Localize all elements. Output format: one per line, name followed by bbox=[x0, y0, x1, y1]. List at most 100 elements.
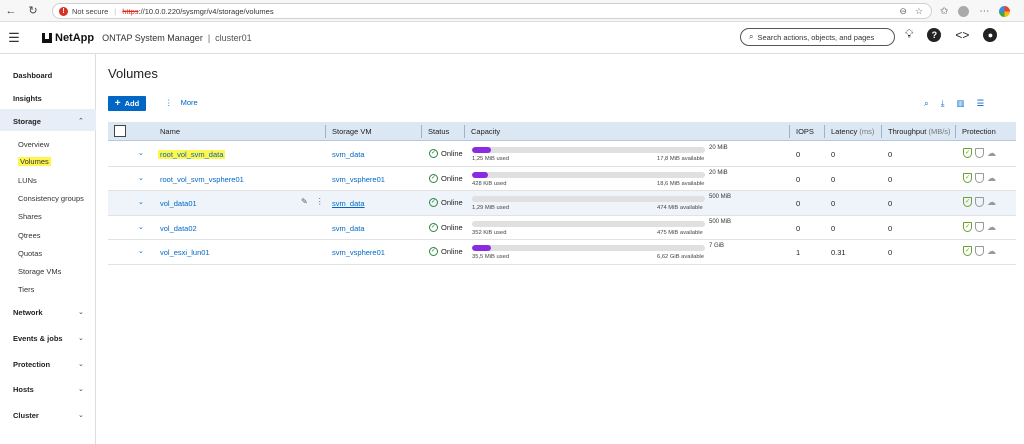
sidebar-sub-tiers[interactable]: Tiers bbox=[18, 285, 34, 294]
sidebar-item-cluster[interactable]: Cluster bbox=[13, 411, 39, 420]
capacity-used: 1,29 MiB used bbox=[472, 205, 510, 211]
sidebar-item-hosts[interactable]: Hosts bbox=[13, 385, 34, 394]
table-row[interactable]: ⌄ root_vol_svm_vsphere01 svm_vsphere01 ✓… bbox=[108, 167, 1016, 191]
chevron-down-icon[interactable]: ⌄ bbox=[78, 308, 84, 316]
extension-icon[interactable] bbox=[999, 5, 1011, 17]
status-cell: ✓ Online bbox=[429, 247, 463, 256]
title-separator: | bbox=[207, 32, 211, 43]
hamburger-menu-icon[interactable]: ☰ bbox=[0, 30, 28, 46]
chevron-down-icon[interactable]: ⌄ bbox=[138, 223, 144, 231]
sidebar-item-dashboard[interactable]: Dashboard bbox=[13, 71, 52, 80]
help-icon[interactable]: ? bbox=[927, 27, 942, 42]
throughput-value: 0 bbox=[888, 174, 893, 184]
reload-icon[interactable]: ↻ bbox=[22, 0, 44, 22]
capacity-available: 17,8 MiB available bbox=[657, 156, 705, 162]
favorites-icon[interactable]: ✩ bbox=[940, 6, 948, 17]
search-placeholder: Search actions, objects, and pages bbox=[757, 32, 875, 42]
table-row[interactable]: ⌄ vol_esxi_lun01 svm_vsphere01 ✓ Online 7… bbox=[108, 240, 1016, 265]
svm-link[interactable]: svm_data bbox=[332, 199, 365, 208]
protection-cell: ✓ ☁ bbox=[963, 148, 996, 158]
chevron-down-icon[interactable]: ⌄ bbox=[78, 385, 84, 393]
capacity-available: 475 MiB available bbox=[657, 229, 703, 236]
status-cell: ✓ Online bbox=[429, 173, 463, 183]
reader-icon[interactable]: ⊖ bbox=[899, 6, 907, 17]
profile-avatar[interactable] bbox=[958, 5, 970, 17]
kebab-icon: ⋮ bbox=[165, 98, 173, 107]
capacity-bar bbox=[472, 147, 705, 153]
protection-cell: ✓ ☁ bbox=[963, 197, 996, 207]
sidebar-sub-shares[interactable]: Shares bbox=[18, 212, 42, 221]
table-row[interactable]: ⌄ vol_data01 ✎ ⋮ svm_data ✓ Online 500 MiB… bbox=[108, 191, 1016, 216]
sidebar-sub-luns[interactable]: LUNs bbox=[18, 176, 37, 185]
add-button[interactable]: + Add bbox=[108, 96, 146, 111]
brand-name: NetApp bbox=[55, 31, 95, 44]
sidebar-sub-volumes[interactable]: Volumes bbox=[18, 157, 51, 166]
svm-link[interactable]: svm_vsphere01 bbox=[332, 248, 385, 257]
latency-value: 0 bbox=[831, 223, 836, 233]
sidebar-sub-qtrees[interactable]: Qtrees bbox=[18, 231, 41, 240]
sidebar-sub-storage-vms[interactable]: Storage VMs bbox=[18, 267, 61, 276]
menu-dots-icon[interactable]: ⋯ bbox=[979, 6, 989, 17]
sidebar-item-events-jobs[interactable]: Events & jobs bbox=[13, 334, 63, 343]
chevron-down-icon[interactable]: ⌄ bbox=[138, 149, 144, 157]
chevron-down-icon[interactable]: ⌄ bbox=[78, 334, 84, 342]
volume-name-link[interactable]: vol_esxi_lun01 bbox=[160, 248, 210, 257]
plus-icon: + bbox=[114, 98, 121, 109]
check-circle-icon: ✓ bbox=[429, 222, 438, 232]
header-status[interactable]: Status bbox=[428, 127, 449, 136]
sidebar-item-network[interactable]: Network bbox=[13, 308, 43, 317]
svm-link[interactable]: svm_vsphere01 bbox=[332, 175, 385, 184]
iops-value: 0 bbox=[796, 150, 801, 159]
download-icon[interactable]: ⤓ bbox=[941, 98, 945, 109]
check-circle-icon: ✓ bbox=[429, 247, 438, 256]
svm-link[interactable]: svm_data bbox=[332, 224, 365, 233]
table-row[interactable]: ⌄ root_vol_svm_data svm_data ✓ Online 20 … bbox=[108, 142, 1016, 167]
chevron-down-icon[interactable]: ⌄ bbox=[78, 360, 84, 368]
more-button[interactable]: ⋮ More bbox=[165, 98, 198, 107]
sidebar-item-protection[interactable]: Protection bbox=[13, 360, 50, 369]
chevron-down-icon[interactable]: ⌄ bbox=[138, 174, 144, 182]
star-icon[interactable]: ☆ bbox=[915, 6, 923, 17]
header-iops[interactable]: IOPS bbox=[796, 127, 814, 136]
sidebar-sub-overview[interactable]: Overview bbox=[18, 140, 49, 149]
chevron-down-icon[interactable]: ⌄ bbox=[78, 411, 84, 419]
chevron-down-icon[interactable]: ⌄ bbox=[138, 198, 144, 206]
header-protection[interactable]: Protection bbox=[962, 127, 996, 136]
volume-name-link[interactable]: root_vol_svm_vsphere01 bbox=[160, 175, 244, 184]
app-header: ☰ NetApp ONTAP System Manager | cluster0… bbox=[0, 22, 1024, 54]
address-bar[interactable]: ! Not secure | https://10.0.0.220/sysmgr… bbox=[52, 3, 932, 19]
volume-name-link[interactable]: vol_data01 bbox=[160, 199, 197, 208]
user-icon[interactable]: ● bbox=[983, 27, 998, 42]
volume-name-link[interactable]: vol_data02 bbox=[160, 224, 197, 233]
kebab-icon[interactable]: ⋮ bbox=[316, 197, 324, 206]
edit-pencil-icon[interactable]: ✎ bbox=[301, 197, 308, 206]
sidebar-item-insights[interactable]: Insights bbox=[13, 94, 42, 103]
api-code-icon[interactable]: <> bbox=[955, 28, 969, 42]
global-search-input[interactable]: ⌕ Search actions, objects, and pages bbox=[740, 28, 895, 46]
check-circle-icon: ✓ bbox=[429, 198, 438, 207]
svm-link[interactable]: svm_data bbox=[332, 150, 365, 159]
filter-icon[interactable]: ☰ bbox=[977, 98, 985, 109]
chevron-down-icon[interactable]: ⌄ bbox=[138, 247, 144, 255]
iops-value: 0 bbox=[796, 199, 801, 208]
chevron-up-icon[interactable]: ⌃ bbox=[78, 117, 84, 125]
sidebar-sub-consistency-groups[interactable]: Consistency groups bbox=[18, 194, 84, 203]
header-capacity[interactable]: Capacity bbox=[471, 127, 500, 136]
sidebar-item-storage[interactable]: Storage bbox=[13, 117, 41, 126]
back-icon[interactable]: ← bbox=[0, 0, 22, 22]
capacity-bar-fill bbox=[472, 245, 491, 251]
header-name[interactable]: Name bbox=[160, 127, 180, 136]
header-storage-vm[interactable]: Storage VM bbox=[332, 127, 372, 136]
latency-value: 0 bbox=[831, 150, 836, 159]
table-row[interactable]: ⌄ vol_data02 svm_data ✓ Online 500 MiB 35… bbox=[108, 216, 1016, 240]
throughput-value: 0 bbox=[888, 223, 893, 233]
volume-name-link[interactable]: root_vol_svm_data bbox=[158, 150, 226, 159]
sidebar-sub-quotas[interactable]: Quotas bbox=[18, 249, 42, 258]
lightbulb-icon[interactable]: 💡︎ bbox=[905, 27, 913, 42]
header-throughput[interactable]: Throughput (MB/s) bbox=[888, 127, 951, 136]
capacity-total: 7 GiB bbox=[709, 243, 725, 249]
search-icon[interactable]: ⌕ bbox=[924, 98, 929, 109]
header-latency[interactable]: Latency (ms) bbox=[831, 127, 874, 136]
select-all-checkbox[interactable] bbox=[114, 125, 126, 137]
columns-icon[interactable]: ▥ bbox=[957, 98, 965, 109]
